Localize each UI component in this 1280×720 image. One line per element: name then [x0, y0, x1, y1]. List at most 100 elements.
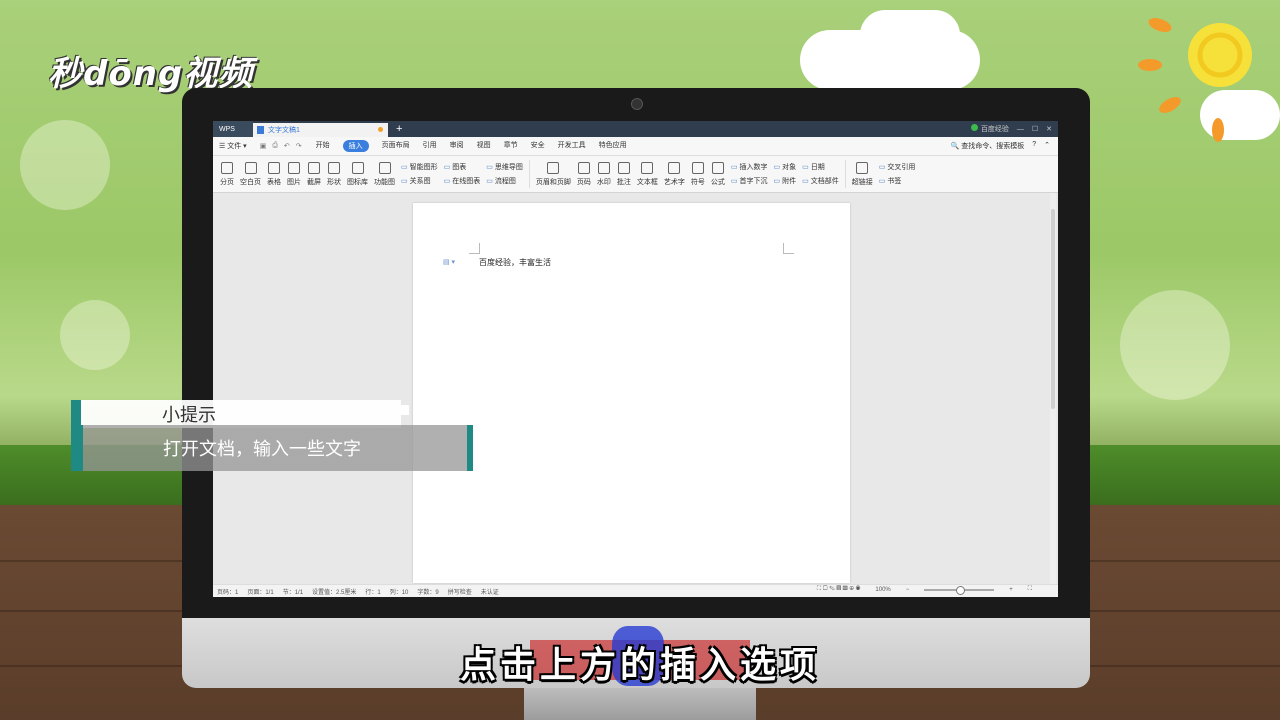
- print-icon[interactable]: ⎙: [272, 142, 278, 150]
- ribbon-button[interactable]: 分页: [220, 161, 234, 187]
- file-menu[interactable]: ☰ 文件 ▾: [219, 141, 247, 151]
- ribbon-button[interactable]: 页码: [577, 161, 591, 187]
- ribbon-button[interactable]: 截屏: [307, 161, 321, 187]
- menu-tab[interactable]: 特色应用: [599, 140, 627, 152]
- collapse-ribbon-icon[interactable]: ⌃: [1044, 141, 1050, 151]
- menu-tab[interactable]: 开发工具: [558, 140, 586, 152]
- ribbon-button[interactable]: 图标库: [347, 161, 368, 187]
- ribbon-button[interactable]: 公式: [710, 161, 725, 187]
- ribbon-stack: 思维导图流程图: [486, 162, 523, 186]
- command-search[interactable]: 🔍 查找命令、搜索模板: [951, 141, 1025, 151]
- menu-tab[interactable]: 审阅: [450, 140, 464, 152]
- ribbon-small-button[interactable]: 关系图: [401, 176, 438, 186]
- menu-tab[interactable]: 插入: [342, 140, 369, 152]
- ribbon-small-button[interactable]: 智能图形: [401, 162, 438, 172]
- ribbon-small-button[interactable]: 思维导图: [486, 162, 523, 172]
- ribbon-stack: 日期文档部件: [802, 162, 839, 186]
- ribbon-stack: 交叉引用书签: [879, 162, 916, 186]
- ribbon-button-label: 符号: [690, 178, 705, 186]
- ribbon-small-button[interactable]: 文档部件: [802, 176, 839, 186]
- menu-bar: ☰ 文件 ▾ ▣ ⎙ ↶ ↷ 开始 插入 页面布局 引用 审阅 视图 章节 安全 开发工具 特色应…: [213, 137, 1058, 156]
- minimize-button[interactable]: —: [1017, 126, 1024, 133]
- ribbon-small-button[interactable]: 首字下沉: [731, 176, 768, 186]
- close-button[interactable]: ✕: [1046, 125, 1052, 133]
- ribbon-button[interactable]: 批注: [617, 161, 631, 187]
- ribbon-small-button[interactable]: 流程图: [486, 176, 523, 186]
- save-icon[interactable]: ▣: [260, 142, 267, 150]
- status-item: 字数：9: [417, 589, 439, 596]
- ribbon-button-label: 公式: [710, 178, 725, 186]
- ribbon-button-label: 超链接: [851, 178, 873, 186]
- ribbon-small-button[interactable]: 在线图表: [444, 176, 480, 186]
- document-tab[interactable]: 文字文稿1: [253, 123, 388, 137]
- ribbon-button-icon: [597, 161, 610, 174]
- ribbon-button[interactable]: 功能图: [374, 161, 395, 187]
- ribbon-button[interactable]: 页眉和页脚: [535, 161, 571, 187]
- wps-window: WPS 文字文稿1 + 百度经验 — ☐ ✕ ☰ 文件 ▾ ▣ ⎙ ↶ ↷ 开始…: [213, 121, 1058, 597]
- tab-close-icon[interactable]: [378, 127, 383, 132]
- menu-tab[interactable]: 视图: [477, 140, 491, 152]
- menu-tab[interactable]: 开始: [316, 140, 330, 152]
- ribbon-small-button[interactable]: 图表: [444, 162, 481, 172]
- account-button[interactable]: 百度经验: [970, 124, 1009, 134]
- status-item: 列：10: [389, 589, 409, 596]
- title-bar: WPS 文字文稿1 + 百度经验 — ☐ ✕: [213, 121, 1058, 137]
- document-text[interactable]: 百度经验，丰富生活: [479, 257, 551, 268]
- new-tab-button[interactable]: +: [396, 123, 402, 135]
- document-page[interactable]: ▤ ▾ 百度经验，丰富生活: [413, 203, 850, 583]
- ribbon-button-label: 空白页: [240, 178, 261, 186]
- ribbon-button[interactable]: 文本框: [636, 161, 658, 187]
- ribbon-button[interactable]: 图片: [287, 161, 301, 187]
- ribbon-button[interactable]: 艺术字: [664, 161, 685, 187]
- status-right: ⛶ ▢ ✎ ▤ ▥ ⊕ ◉ 100% − + ⛶: [817, 585, 1041, 595]
- ribbon-separator: [844, 160, 846, 188]
- help-icon[interactable]: ?: [1032, 141, 1036, 151]
- zoom-in-button[interactable]: +: [1009, 587, 1013, 593]
- redo-icon[interactable]: ↷: [296, 142, 302, 150]
- fit-icon[interactable]: ⛶: [1028, 586, 1032, 593]
- zoom-slider[interactable]: [924, 585, 995, 595]
- subtitle: 点击上方的插入选项: [459, 645, 820, 686]
- account-label: 百度经验: [980, 126, 1009, 133]
- undo-icon[interactable]: ↶: [284, 142, 290, 150]
- ribbon-small-button[interactable]: 交叉引用: [879, 162, 915, 172]
- ribbon-button[interactable]: 表格: [267, 161, 281, 187]
- ribbon-button[interactable]: 水印: [597, 161, 611, 187]
- ribbon-button-label: 文本框: [636, 178, 658, 186]
- zoom-out-button[interactable]: −: [906, 587, 910, 593]
- ribbon-small-button[interactable]: 插入数字: [731, 162, 768, 172]
- grass: [1090, 445, 1280, 505]
- ribbon-small-button[interactable]: 对象: [774, 162, 796, 172]
- ribbon-button-icon: [617, 161, 630, 174]
- account-status-icon: [970, 124, 978, 131]
- menu-tab[interactable]: 章节: [504, 140, 518, 152]
- maximize-button[interactable]: ☐: [1032, 125, 1038, 133]
- ribbon-button[interactable]: 空白页: [240, 161, 261, 187]
- menu-right: 🔍 查找命令、搜索模板 ? ⌃: [951, 141, 1050, 151]
- ribbon-small-button[interactable]: 附件: [774, 176, 796, 186]
- scrollbar-thumb[interactable]: [1051, 209, 1055, 409]
- ribbon-small-button[interactable]: 书签: [879, 176, 916, 186]
- zoom-value[interactable]: 100%: [875, 587, 890, 593]
- wps-home-tab[interactable]: WPS: [213, 121, 253, 137]
- ribbon-button-label: 表格: [267, 178, 281, 186]
- menu-tab[interactable]: 页面布局: [382, 140, 410, 152]
- ribbon-small-button[interactable]: 日期: [802, 162, 839, 172]
- vertical-scrollbar[interactable]: [1050, 193, 1056, 585]
- paragraph-icon[interactable]: ▤ ▾: [443, 258, 455, 266]
- menu-tab[interactable]: 引用: [423, 140, 437, 152]
- bokeh: [1120, 290, 1230, 400]
- ribbon-separator: [528, 160, 530, 188]
- status-item: 设置值：2.5厘米: [312, 589, 357, 596]
- view-mode-icons[interactable]: ⛶ ▢ ✎ ▤ ▥ ⊕ ◉: [817, 586, 860, 593]
- menu-tab[interactable]: 安全: [531, 140, 545, 152]
- ribbon-button[interactable]: 形状: [327, 161, 341, 187]
- ribbon-button-label: 页眉和页脚: [535, 178, 571, 186]
- ribbon-button-icon: [268, 161, 280, 174]
- status-item: 页面：1/1: [247, 589, 274, 596]
- ribbon-button[interactable]: 超链接: [851, 161, 873, 187]
- ribbon-button-icon: [221, 161, 233, 174]
- ribbon-button[interactable]: 符号: [690, 161, 705, 187]
- tip-body: 打开文档，输入一些文字: [163, 439, 361, 460]
- zoom-slider-knob[interactable]: [955, 585, 965, 595]
